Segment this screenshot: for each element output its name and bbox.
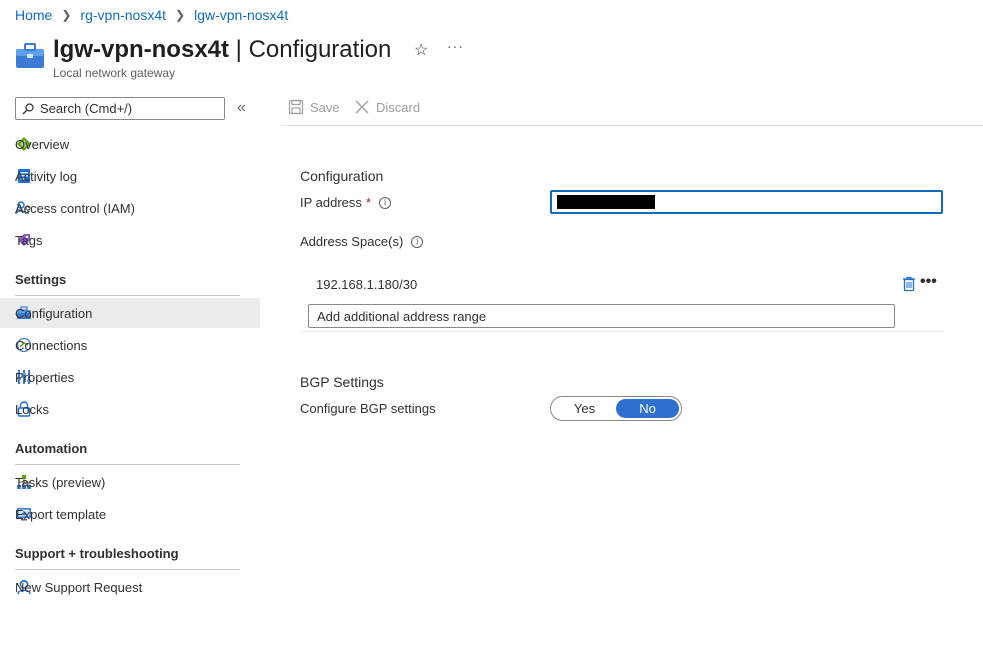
sidebar-item-tasks[interactable]: Tasks (preview) bbox=[0, 467, 260, 497]
bgp-label: Configure BGP settings bbox=[300, 401, 436, 416]
divider bbox=[300, 331, 943, 332]
sidebar-item-locks[interactable]: Locks bbox=[0, 394, 260, 424]
breadcrumb-home[interactable]: Home bbox=[15, 7, 52, 23]
discard-button[interactable]: Discard bbox=[354, 99, 420, 115]
address-space-label: Address Space(s) i bbox=[300, 234, 424, 249]
bgp-toggle[interactable]: Yes No bbox=[550, 396, 682, 421]
favorite-star-icon[interactable]: ☆ bbox=[414, 40, 428, 60]
ip-address-label: IP address * i bbox=[300, 195, 391, 210]
sidebar-item-label: Properties bbox=[15, 369, 75, 385]
sidebar-item-overview[interactable]: Overview bbox=[0, 129, 260, 159]
resource-name: lgw-vpn-nosx4t bbox=[53, 36, 230, 63]
page-title: lgw-vpn-nosx4t | Configuration bbox=[53, 36, 391, 64]
sidebar-search[interactable] bbox=[15, 97, 225, 120]
sidebar-item-label: Connections bbox=[15, 337, 88, 353]
sidebar-item-configuration[interactable]: Configuration bbox=[0, 298, 260, 328]
local-network-gateway-icon bbox=[16, 43, 44, 68]
chevron-right-icon: ❯ bbox=[175, 8, 186, 22]
page-name: | Configuration bbox=[229, 36, 392, 63]
info-icon[interactable]: i bbox=[378, 196, 391, 209]
configuration-heading: Configuration bbox=[300, 168, 384, 184]
sidebar-item-label: Access control (IAM) bbox=[15, 200, 135, 216]
breadcrumb-resource[interactable]: lgw-vpn-nosx4t bbox=[194, 7, 288, 23]
discard-label: Discard bbox=[376, 99, 421, 115]
sidebar-item-label: Tags bbox=[15, 232, 43, 248]
sidebar-item-label: New Support Request bbox=[15, 579, 143, 595]
add-address-range-input[interactable] bbox=[308, 304, 895, 328]
bgp-heading: BGP Settings bbox=[300, 374, 384, 390]
sidebar-item-label: Activity log bbox=[15, 168, 78, 184]
bgp-no-option[interactable]: No bbox=[616, 399, 679, 418]
info-icon[interactable]: i bbox=[411, 235, 424, 248]
search-icon bbox=[22, 102, 34, 114]
sidebar-item-properties[interactable]: Properties bbox=[0, 362, 260, 392]
save-label: Save bbox=[310, 99, 340, 115]
resource-type: Local network gateway bbox=[53, 66, 176, 80]
page-header: lgw-vpn-nosx4t | Configuration Local net… bbox=[15, 36, 975, 84]
breadcrumb: Home ❯ rg-vpn-nosx4t ❯ lgw-vpn-nosx4t bbox=[15, 7, 288, 23]
delete-icon[interactable] bbox=[902, 276, 916, 292]
ip-address-input[interactable] bbox=[550, 190, 943, 214]
row-more-options-icon[interactable]: ••• bbox=[920, 274, 937, 290]
sidebar-item-activity-log[interactable]: Activity log bbox=[0, 161, 260, 191]
sidebar-item-label: Configuration bbox=[15, 305, 93, 321]
section-support: Support + troubleshooting bbox=[15, 546, 240, 570]
close-icon bbox=[355, 100, 369, 114]
breadcrumb-resource-group[interactable]: rg-vpn-nosx4t bbox=[80, 7, 166, 23]
required-marker: * bbox=[365, 195, 371, 210]
sidebar-item-new-support-request[interactable]: New Support Request bbox=[0, 572, 260, 602]
sidebar-item-label: Overview bbox=[15, 136, 70, 152]
bgp-yes-option[interactable]: Yes bbox=[553, 399, 616, 418]
sidebar-item-label: Locks bbox=[15, 401, 49, 417]
sidebar-item-label: Tasks (preview) bbox=[15, 474, 106, 490]
sidebar-item-connections[interactable]: Connections bbox=[0, 330, 260, 360]
sidebar-item-access-control[interactable]: Access control (IAM) bbox=[0, 193, 260, 223]
address-range-row: 192.168.1.180/30 ••• bbox=[300, 268, 943, 300]
ip-address-label-text: IP address bbox=[300, 195, 362, 210]
save-icon bbox=[288, 99, 304, 115]
address-space-label-text: Address Space(s) bbox=[300, 234, 404, 249]
search-input[interactable] bbox=[40, 101, 210, 116]
sidebar-item-label: Export template bbox=[15, 506, 107, 522]
more-options-icon[interactable]: ··· bbox=[447, 38, 464, 54]
sidebar-item-export-template[interactable]: Export template bbox=[0, 499, 260, 529]
sidebar-item-tags[interactable]: Tags bbox=[0, 225, 260, 255]
address-range-value: 192.168.1.180/30 bbox=[316, 276, 418, 292]
redacted-value bbox=[557, 195, 655, 209]
command-bar: Save Discard bbox=[281, 96, 983, 126]
section-automation: Automation bbox=[15, 441, 240, 465]
save-button[interactable]: Save bbox=[288, 99, 340, 115]
collapse-sidebar-icon[interactable]: « bbox=[237, 99, 246, 117]
chevron-right-icon: ❯ bbox=[61, 8, 72, 22]
section-settings: Settings bbox=[15, 272, 240, 296]
